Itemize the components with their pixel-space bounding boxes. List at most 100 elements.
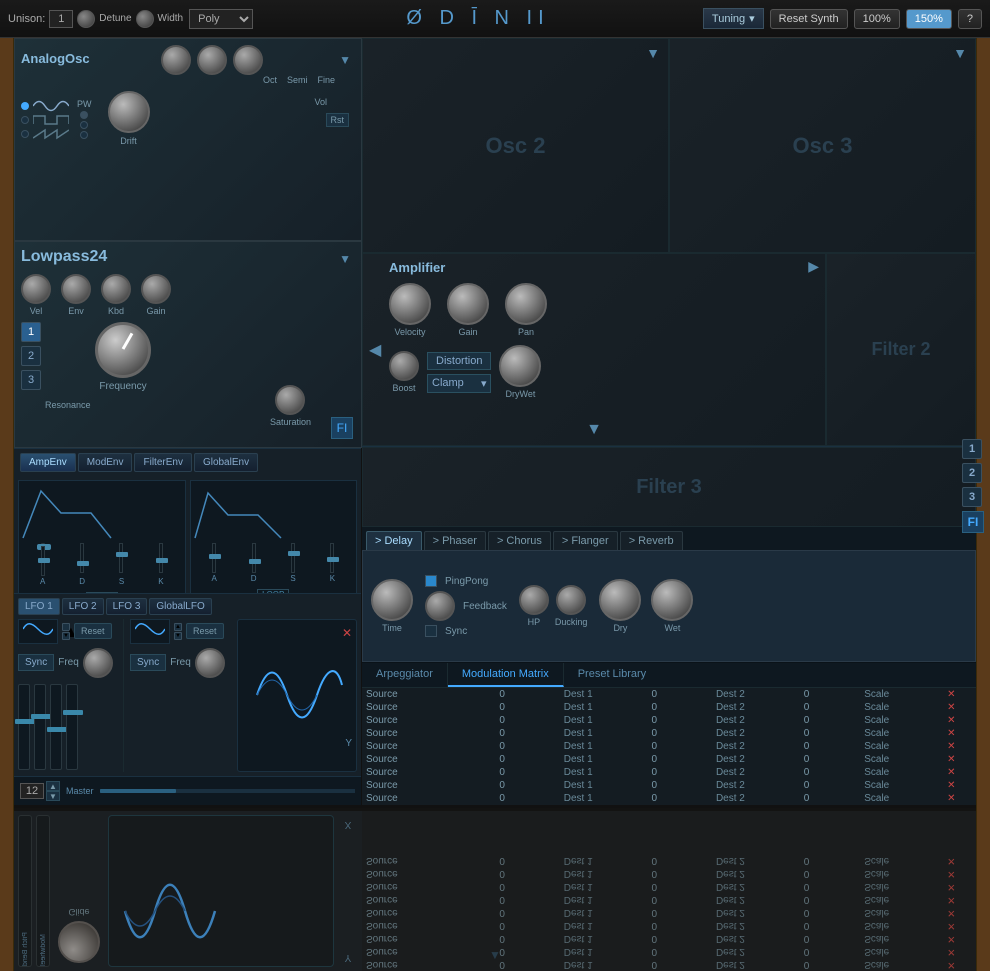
clamp-dropdown[interactable]: Clamp ▾ [427,374,491,393]
mod-value-cell[interactable]: 0 [786,958,827,971]
gain-amp-knob[interactable] [447,283,489,325]
mod-delete-icon[interactable]: ✕ [947,767,955,778]
lfo2-reset-button[interactable]: Reset [186,623,224,639]
saturation-knob[interactable] [275,385,305,415]
mod-value-cell[interactable]: 0 [482,880,523,893]
filter-btn-1[interactable]: 1 [21,322,41,342]
master-up-button[interactable]: ▲ [46,781,60,791]
lfo1-reset-button[interactable]: Reset [74,623,112,639]
osc-collapse-arrow[interactable]: ▼ [335,53,355,67]
filter-btn-3[interactable]: 3 [21,370,41,390]
help-button[interactable]: ? [958,9,982,29]
mod-delete-icon[interactable]: ✕ [947,855,955,866]
mod-value-cell[interactable]: 0 [482,893,523,906]
master-down-button[interactable]: ▼ [46,791,60,801]
mod-value-cell[interactable]: 0 [786,766,827,779]
mod-value-cell[interactable]: 0 [482,945,523,958]
mod-value-cell[interactable]: 0 [786,714,827,727]
globallfo-button[interactable]: GlobalLFO [149,598,211,615]
lfo2-freq-knob[interactable] [195,648,225,678]
mod-value-cell[interactable]: 0 [482,854,523,867]
mod-value-cell[interactable]: 0 [634,766,675,779]
mod-value-cell[interactable]: 0 [786,945,827,958]
filter-env-button[interactable]: FilterEnv [134,453,191,472]
master-number-input[interactable] [20,783,44,799]
mod-value-cell[interactable]: 0 [634,945,675,958]
detune-knob[interactable] [77,10,95,28]
mod-value-cell[interactable]: 0 [634,753,675,766]
mod-value-cell[interactable]: 0 [482,867,523,880]
gain-filter-knob[interactable] [141,274,171,304]
pingpong-checkbox[interactable] [425,575,437,587]
delay-time-knob[interactable] [371,579,413,621]
filter2-btn-1[interactable]: 1 [962,439,982,459]
saw-wave-icon[interactable] [33,128,69,140]
reset-synth-button[interactable]: Reset Synth [770,9,848,29]
amp-left-arrow[interactable]: ◀ [369,340,381,360]
mod-delete-icon[interactable]: ✕ [947,894,955,905]
mod-value-cell[interactable]: 0 [482,740,523,753]
lfo2-down-arrow[interactable]: ▼ [174,632,182,640]
mod-value-cell[interactable]: 0 [634,779,675,792]
mod-value-cell[interactable]: 0 [786,779,827,792]
mod-value-cell[interactable]: 0 [634,792,675,805]
wet-knob[interactable] [651,579,693,621]
mod-value-cell[interactable]: 0 [786,854,827,867]
filter2-fi-btn[interactable]: FI [962,511,984,533]
delay-tab[interactable]: > Delay [366,531,422,550]
osc3-arrow[interactable]: ▼ [953,45,967,61]
mod-value-cell[interactable]: 0 [634,701,675,714]
unison-value[interactable] [49,10,73,28]
filter-btn-2[interactable]: 2 [21,346,41,366]
frequency-knob[interactable] [95,322,151,378]
mod-value-cell[interactable]: 0 [786,893,827,906]
mod-value-cell[interactable]: 0 [482,958,523,971]
mod-matrix-tab[interactable]: Modulation Matrix [448,663,564,687]
filter-collapse-arrow[interactable]: ▼ [335,252,355,266]
filter2-btn-2[interactable]: 2 [962,463,982,483]
mod-value-cell[interactable]: 0 [634,893,675,906]
feedback-knob[interactable] [425,591,455,621]
phaser-tab[interactable]: > Phaser [424,531,486,550]
env-knob[interactable] [61,274,91,304]
mod-delete-icon[interactable]: ✕ [947,741,955,752]
poly-select[interactable]: Poly Mono Legato [189,9,253,29]
mod-value-cell[interactable]: 0 [634,854,675,867]
mod-value-cell[interactable]: 0 [634,906,675,919]
flanger-tab[interactable]: > Flanger [553,531,618,550]
mod-value-cell[interactable]: 0 [786,919,827,932]
osc2-arrow[interactable]: ▼ [646,45,660,61]
mod-value-cell[interactable]: 0 [482,714,523,727]
mod-value-cell[interactable]: 0 [482,727,523,740]
mod-value-cell[interactable]: 0 [634,740,675,753]
mod-value-cell[interactable]: 0 [634,867,675,880]
mod-delete-icon[interactable]: ✕ [947,793,955,804]
ducking-knob[interactable] [556,585,586,615]
mod-env-button[interactable]: ModEnv [78,453,133,472]
mod-value-cell[interactable]: 0 [482,688,523,701]
mod-value-cell[interactable]: 0 [634,688,675,701]
mod-value-cell[interactable]: 0 [634,714,675,727]
zoom-150-button[interactable]: 150% [906,9,952,29]
fi-button[interactable]: FI [331,417,353,439]
square-wave-icon[interactable] [33,114,69,126]
glide-knob-ref[interactable] [58,921,100,963]
lfo1-wave-selector[interactable] [18,619,58,644]
mod-delete-icon[interactable]: ✕ [947,728,955,739]
rst-button[interactable]: Rst [326,113,350,127]
mod-value-cell[interactable]: 0 [482,701,523,714]
mod-delete-icon[interactable]: ✕ [947,959,955,970]
amp-env-button[interactable]: AmpEnv [20,453,76,472]
mod-delete-icon[interactable]: ✕ [947,754,955,765]
mod-value-cell[interactable]: 0 [634,958,675,971]
mod-value-cell[interactable]: 0 [786,727,827,740]
mod-delete-icon[interactable]: ✕ [947,881,955,892]
drywet-knob[interactable] [499,345,541,387]
mod-delete-icon[interactable]: ✕ [947,868,955,879]
lfo1-button[interactable]: LFO 1 [18,598,60,615]
mod-value-cell[interactable]: 0 [482,779,523,792]
mod-value-cell[interactable]: 0 [786,867,827,880]
mod-value-cell[interactable]: 0 [482,792,523,805]
mod-value-cell[interactable]: 0 [786,701,827,714]
dry-knob[interactable] [599,579,641,621]
